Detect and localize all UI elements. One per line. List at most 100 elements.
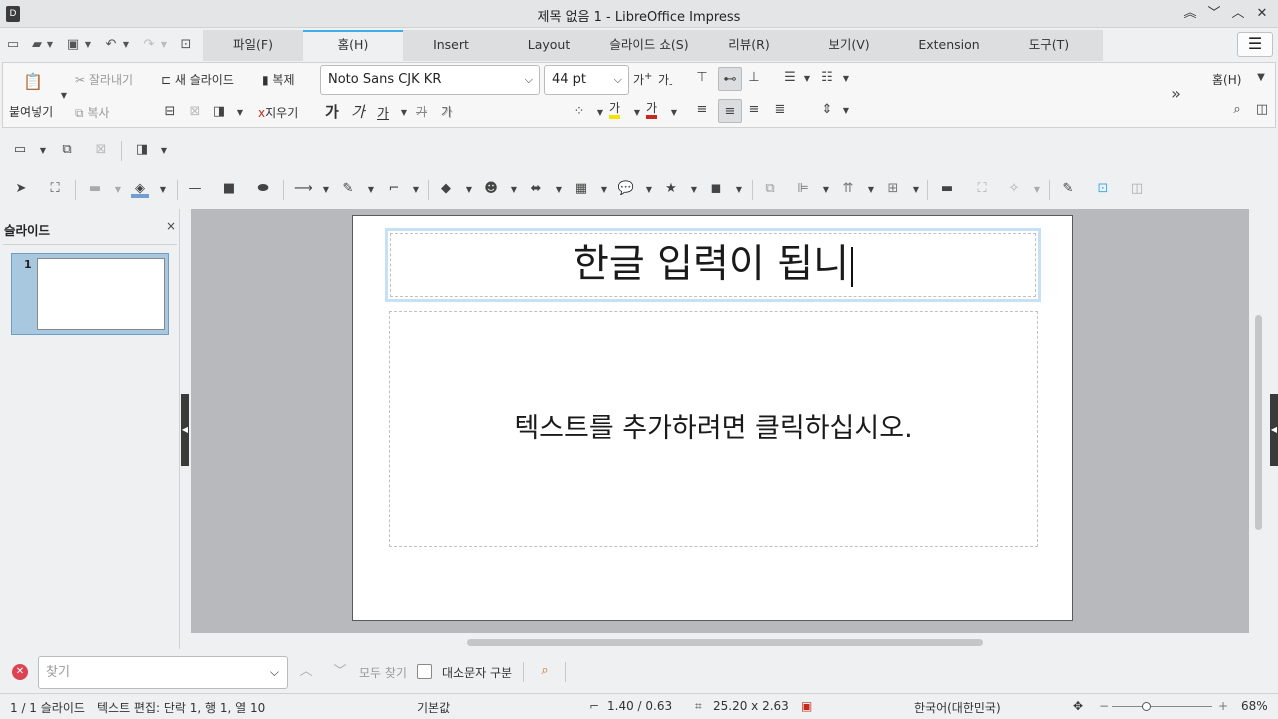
curve-icon[interactable]: ✎ bbox=[339, 180, 357, 198]
filter-icon[interactable]: ✧ bbox=[1005, 180, 1023, 198]
document-modified-icon[interactable]: ▣ bbox=[801, 699, 812, 713]
ellipse-icon[interactable]: ⬬ bbox=[254, 180, 272, 198]
close-icon[interactable]: × bbox=[166, 219, 176, 233]
fit-slide-icon[interactable]: ✥ bbox=[1073, 699, 1083, 713]
mode-label[interactable]: 홈(H) bbox=[1212, 71, 1241, 88]
zoom-slider-knob[interactable] bbox=[1142, 702, 1151, 711]
paste-label[interactable]: 붙여넣기 bbox=[9, 103, 53, 120]
distribute-dropdown-icon[interactable]: ▼ bbox=[907, 181, 925, 199]
bold-button[interactable]: 가 bbox=[325, 101, 339, 122]
zoom-slider-track[interactable] bbox=[1112, 706, 1212, 707]
bullets-dropdown-icon[interactable]: ▼ bbox=[798, 70, 816, 88]
keep-above-icon[interactable]: ︽ bbox=[1181, 5, 1199, 23]
callouts-dropdown-icon[interactable]: ▼ bbox=[640, 181, 658, 199]
undo-dropdown-icon[interactable]: ▼ bbox=[120, 35, 132, 55]
arrange-icon[interactable]: ⇈ bbox=[839, 180, 857, 198]
master-slide-name[interactable]: 기본값 bbox=[417, 699, 450, 716]
title-textbox[interactable]: 한글 입력이 됩니 bbox=[385, 228, 1041, 302]
tab-review[interactable]: 리뷰(R) bbox=[699, 30, 799, 61]
3d-objects-icon[interactable]: ◼ bbox=[707, 180, 725, 198]
filter-dropdown-icon[interactable]: ▼ bbox=[1028, 181, 1046, 199]
search-icon[interactable]: ⌕ bbox=[1228, 101, 1246, 119]
maximize-icon[interactable]: ︿ bbox=[1229, 5, 1247, 23]
zoom-pan-icon[interactable]: ⛶ bbox=[46, 180, 64, 198]
tab-layout[interactable]: Layout bbox=[499, 30, 599, 61]
transformations-icon[interactable]: ⧉ bbox=[761, 180, 779, 198]
align-objects-dropdown-icon[interactable]: ▼ bbox=[817, 181, 835, 199]
undo-icon[interactable]: ↶ bbox=[101, 35, 121, 55]
tab-home[interactable]: 홈(H) bbox=[303, 30, 403, 61]
align-objects-icon[interactable]: ⊫ bbox=[794, 180, 812, 198]
save-dropdown-icon[interactable]: ▼ bbox=[82, 35, 94, 55]
points-icon[interactable]: ✎ bbox=[1059, 180, 1077, 198]
clear-format-button[interactable]: ⅹ지우기 bbox=[258, 104, 298, 121]
open-dropdown-icon[interactable]: ▼ bbox=[44, 35, 56, 55]
slide-layout-icon[interactable]: ◨ bbox=[133, 141, 151, 159]
slide-canvas[interactable]: 한글 입력이 됩니 텍스트를 추가하려면 클릭하십시오. bbox=[352, 215, 1073, 621]
align-center-icon[interactable]: ≡ bbox=[718, 99, 742, 123]
collapse-right-handle[interactable]: ◀ bbox=[1270, 394, 1278, 466]
fill-color-dropdown-icon[interactable]: ▼ bbox=[154, 181, 172, 199]
basic-shapes-dropdown-icon[interactable]: ▼ bbox=[460, 181, 478, 199]
char-spacing-icon[interactable]: ⁘ bbox=[570, 103, 588, 121]
find-input[interactable]: 찾기 ⌵ bbox=[38, 656, 288, 689]
find-all-button[interactable]: 모두 찾기 bbox=[359, 664, 407, 681]
minimize-icon[interactable]: ﹀ bbox=[1205, 5, 1223, 23]
highlight-dropdown-icon[interactable]: ▼ bbox=[628, 104, 646, 122]
line-color-dropdown-icon[interactable]: ▼ bbox=[109, 181, 127, 199]
zoom-in-icon[interactable]: + bbox=[1218, 699, 1228, 713]
font-size-combo[interactable]: 44 pt ⌵ bbox=[544, 65, 629, 95]
content-placeholder[interactable]: 텍스트를 추가하려면 클릭하십시오. bbox=[389, 311, 1038, 547]
horizontal-scrollbar[interactable] bbox=[467, 639, 983, 646]
block-arrows-icon[interactable]: ⬌ bbox=[527, 180, 545, 198]
zoom-out-icon[interactable]: − bbox=[1099, 699, 1109, 713]
new-slide-dropdown-icon[interactable]: ▼ bbox=[34, 142, 52, 160]
delete-slide-tb-icon[interactable]: ⊠ bbox=[92, 141, 110, 159]
line-spacing-dropdown-icon[interactable]: ▼ bbox=[837, 102, 855, 120]
tab-extension[interactable]: Extension bbox=[899, 30, 999, 61]
menu-hamburger-icon[interactable]: ☰ bbox=[1237, 32, 1273, 57]
shrink-font-button[interactable]: 가- bbox=[658, 71, 673, 90]
paste-icon[interactable]: 📋 bbox=[23, 73, 43, 91]
align-bottom-icon[interactable]: ⊥ bbox=[745, 69, 763, 87]
new-slide-button[interactable]: ⊏ 새 슬라이드 bbox=[161, 71, 234, 88]
flowchart-dropdown-icon[interactable]: ▼ bbox=[595, 181, 613, 199]
strikethrough-button[interactable]: 가 bbox=[416, 103, 427, 120]
find-replace-icon[interactable]: ⌕ bbox=[536, 662, 554, 680]
redo-icon[interactable]: ↷ bbox=[139, 35, 159, 55]
stars-icon[interactable]: ★ bbox=[662, 180, 680, 198]
tab-slideshow[interactable]: 슬라이드 쇼(S) bbox=[599, 30, 699, 61]
crop-icon[interactable]: ⛶ bbox=[973, 180, 991, 198]
justify-icon[interactable]: ≣ bbox=[771, 101, 789, 119]
3d-objects-dropdown-icon[interactable]: ▼ bbox=[730, 181, 748, 199]
underline-button[interactable]: 가 bbox=[377, 103, 389, 122]
numbering-dropdown-icon[interactable]: ▼ bbox=[837, 70, 855, 88]
align-left-icon[interactable]: ≡ bbox=[693, 101, 711, 119]
font-color-button[interactable]: 가 bbox=[646, 101, 658, 119]
symbol-shapes-icon[interactable]: ☻ bbox=[482, 180, 500, 198]
language-indicator[interactable]: 한국어(대한민국) bbox=[914, 699, 1001, 716]
paste-dropdown-icon[interactable]: ▼ bbox=[55, 87, 73, 105]
char-spacing-dropdown-icon[interactable]: ▼ bbox=[591, 104, 609, 122]
font-color-dropdown-icon[interactable]: ▼ bbox=[665, 104, 683, 122]
align-right-icon[interactable]: ≡ bbox=[745, 101, 763, 119]
curve-dropdown-icon[interactable]: ▼ bbox=[362, 181, 380, 199]
symbol-shapes-dropdown-icon[interactable]: ▼ bbox=[505, 181, 523, 199]
save-icon[interactable]: ▣ bbox=[63, 35, 83, 55]
grow-font-button[interactable]: 가+ bbox=[633, 71, 652, 88]
find-previous-icon[interactable]: ︿ bbox=[297, 663, 315, 681]
tab-file[interactable]: 파일(F) bbox=[203, 30, 303, 61]
collapse-left-handle[interactable]: ◀ bbox=[181, 394, 189, 466]
basic-shapes-icon[interactable]: ◆ bbox=[437, 180, 455, 198]
new-slide-tb-icon[interactable]: ▭ bbox=[11, 141, 29, 159]
shadow-icon[interactable]: ▬ bbox=[938, 180, 956, 198]
zoom-level[interactable]: 68% bbox=[1241, 699, 1268, 713]
new-doc-icon[interactable]: ▭ bbox=[3, 35, 23, 55]
layout-icon[interactable]: ◨ bbox=[210, 103, 228, 121]
toggle-extrusion-icon[interactable]: ◫ bbox=[1128, 180, 1146, 198]
match-case-checkbox[interactable] bbox=[417, 664, 432, 679]
flowchart-icon[interactable]: ▦ bbox=[572, 180, 590, 198]
tab-insert[interactable]: Insert bbox=[403, 30, 499, 61]
highlight-button[interactable]: 가 bbox=[609, 101, 621, 119]
arrow-line-icon[interactable]: ⟶ bbox=[294, 180, 313, 198]
